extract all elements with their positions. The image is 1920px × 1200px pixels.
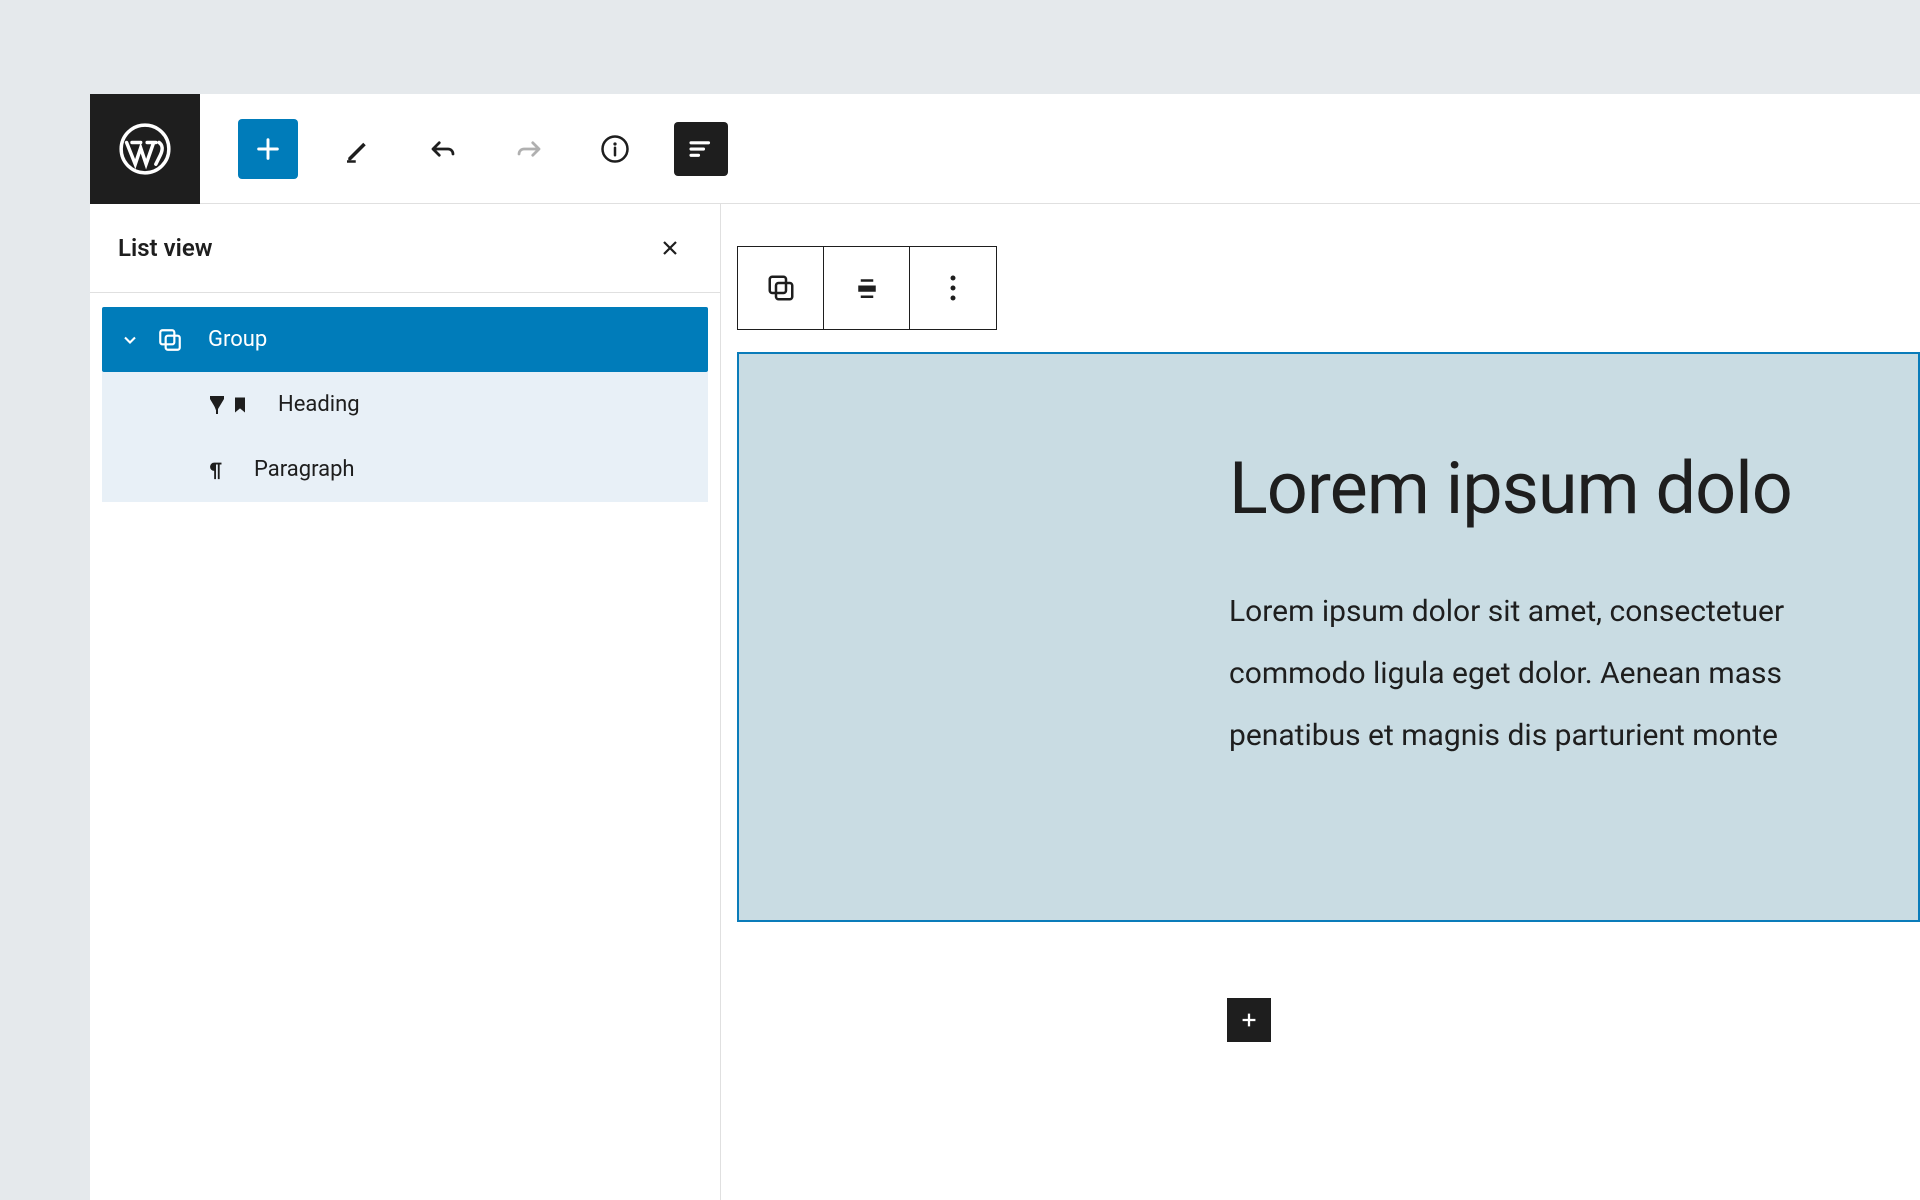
wordpress-icon (119, 123, 171, 175)
group-icon (766, 273, 796, 303)
info-icon (600, 134, 630, 164)
edit-tool-button[interactable] (330, 122, 384, 176)
editor-app: List view (90, 94, 1920, 1200)
sidebar-title: List view (118, 234, 212, 262)
editor-canvas: Lorem ipsum dolo Lorem ipsum dolor sit a… (721, 204, 1920, 1200)
wordpress-logo[interactable] (90, 94, 200, 204)
add-block-inline-button[interactable] (1227, 998, 1271, 1042)
pencil-icon (342, 134, 372, 164)
align-button[interactable] (824, 247, 910, 329)
block-toolbar (737, 246, 997, 330)
group-block[interactable]: Lorem ipsum dolo Lorem ipsum dolor sit a… (737, 352, 1920, 922)
block-type-button[interactable] (738, 247, 824, 329)
heading-block[interactable]: Lorem ipsum dolo (1229, 446, 1918, 531)
paragraph-icon (202, 457, 230, 483)
add-block-button[interactable] (238, 119, 298, 179)
bookmark-icon (226, 393, 254, 417)
paragraph-line: penatibus et magnis dis parturient monte (1229, 705, 1918, 767)
list-item-paragraph[interactable]: Paragraph (102, 437, 708, 502)
close-icon (658, 236, 682, 260)
top-toolbar (90, 94, 1920, 204)
list-view-button[interactable] (674, 122, 728, 176)
info-button[interactable] (588, 122, 642, 176)
list-view-sidebar: List view (90, 204, 721, 1200)
more-options-button[interactable] (910, 247, 996, 329)
redo-icon (514, 134, 544, 164)
align-icon (852, 273, 882, 303)
editor-body: List view (90, 204, 1920, 1200)
list-item-heading[interactable]: Heading (102, 372, 708, 437)
list-item-label: Heading (278, 392, 360, 417)
plus-icon (1238, 1009, 1260, 1031)
undo-icon (428, 134, 458, 164)
paragraph-line: Lorem ipsum dolor sit amet, consectetuer (1229, 581, 1918, 643)
paragraph-line: commodo ligula eget dolor. Aenean mass (1229, 643, 1918, 705)
more-vertical-icon (949, 273, 957, 303)
sidebar-header: List view (90, 204, 720, 293)
plus-icon (254, 135, 282, 163)
redo-button[interactable] (502, 122, 556, 176)
paragraph-block[interactable]: Lorem ipsum dolor sit amet, consectetuer… (1229, 581, 1918, 767)
list-view-icon (686, 134, 716, 164)
list-item-label: Paragraph (254, 457, 355, 482)
chevron-down-icon (120, 330, 140, 350)
editor-toolbar (200, 119, 728, 179)
close-sidebar-button[interactable] (650, 228, 690, 268)
undo-button[interactable] (416, 122, 470, 176)
list-item-group[interactable]: Group (102, 307, 708, 372)
list-item-label: Group (208, 327, 267, 352)
group-icon (156, 327, 184, 353)
block-list: Group Heading Paragraph (90, 293, 720, 502)
